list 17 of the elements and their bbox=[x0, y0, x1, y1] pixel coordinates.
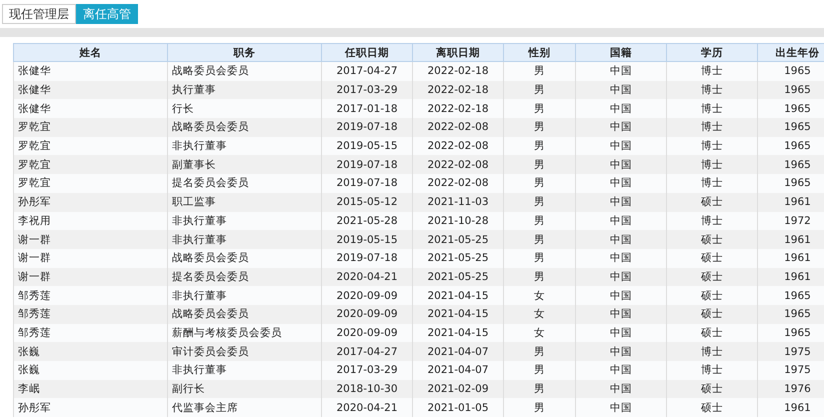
table-cell: 孙彤军 bbox=[14, 398, 168, 418]
column-header: 出生年份 bbox=[758, 44, 824, 62]
table-cell: 代监事会主席 bbox=[168, 398, 322, 418]
table-cell: 2020-04-21 bbox=[322, 398, 412, 418]
column-header: 职务 bbox=[168, 44, 322, 62]
column-header: 任职日期 bbox=[322, 44, 412, 62]
column-header: 姓名 bbox=[14, 44, 168, 62]
column-header: 离职日期 bbox=[412, 44, 504, 62]
table-cell: 中国 bbox=[576, 398, 666, 418]
table-cell: 2021-01-05 bbox=[412, 398, 504, 418]
table-cell: 男 bbox=[504, 398, 576, 418]
column-header: 国籍 bbox=[576, 44, 666, 62]
column-header: 性别 bbox=[504, 44, 576, 62]
column-header: 学历 bbox=[666, 44, 758, 62]
tab[interactable]: 现任管理层 bbox=[2, 4, 76, 24]
table-cell: 1961 bbox=[758, 398, 824, 418]
table-cell: 硕士 bbox=[666, 398, 758, 418]
